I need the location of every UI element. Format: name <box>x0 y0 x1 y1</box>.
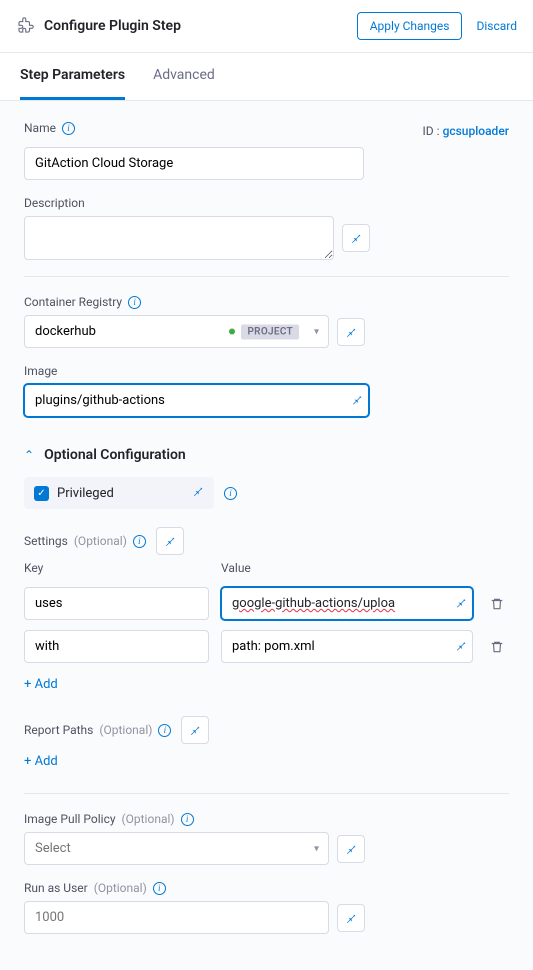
image-pull-policy-select[interactable] <box>24 832 329 865</box>
privileged-field[interactable]: ✓ Privileged <box>24 477 214 509</box>
settings-value-input[interactable]: google-github-actions/uploa <box>221 587 473 620</box>
chevron-up-icon[interactable]: ⌃ <box>24 448 34 462</box>
info-icon[interactable]: i <box>224 487 237 500</box>
delete-row-button[interactable] <box>485 597 509 611</box>
pin-icon[interactable] <box>455 596 467 611</box>
tab-step-parameters[interactable]: Step Parameters <box>20 53 125 100</box>
info-icon[interactable]: i <box>128 296 141 309</box>
name-input[interactable] <box>24 147 364 180</box>
chevron-down-icon: ▾ <box>314 326 319 337</box>
info-icon[interactable]: i <box>181 813 194 826</box>
image-input[interactable] <box>24 384 369 417</box>
plugin-icon <box>16 17 34 35</box>
privileged-checkbox[interactable]: ✓ <box>34 486 49 501</box>
pin-icon[interactable] <box>192 485 204 501</box>
optional-config-header: Optional Configuration <box>44 447 186 463</box>
delete-row-button[interactable] <box>485 640 509 654</box>
add-report-path-button[interactable]: + Add <box>24 754 58 769</box>
container-registry-label: Container Registryi <box>24 295 509 309</box>
settings-value-input[interactable] <box>221 630 473 663</box>
description-label: Description <box>24 196 509 210</box>
scope-badge: PROJECT <box>229 324 299 339</box>
pin-icon[interactable] <box>455 639 467 654</box>
info-icon[interactable]: i <box>153 882 166 895</box>
image-pull-policy-label: Image Pull Policy(Optional)i <box>24 812 509 826</box>
key-column-label: Key <box>24 561 209 575</box>
run-as-user-input[interactable] <box>24 901 329 934</box>
discard-button[interactable]: Discard <box>476 19 517 33</box>
image-label: Image <box>24 364 509 378</box>
apply-changes-button[interactable]: Apply Changes <box>357 12 463 40</box>
report-paths-label: Report Paths(Optional) i <box>24 716 509 744</box>
info-icon[interactable]: i <box>133 535 146 548</box>
pin-icon[interactable] <box>351 393 363 408</box>
name-label: Namei <box>24 121 75 135</box>
settings-key-input[interactable] <box>24 630 209 663</box>
info-icon[interactable]: i <box>62 122 75 135</box>
run-as-user-label: Run as User(Optional)i <box>24 881 509 895</box>
settings-label: Settings(Optional) i <box>24 527 509 555</box>
description-input[interactable] <box>24 216 334 260</box>
page-title: Configure Plugin Step <box>44 18 181 34</box>
pin-icon[interactable] <box>342 224 370 252</box>
pin-icon[interactable] <box>181 716 209 744</box>
pin-icon[interactable] <box>156 527 184 555</box>
pin-icon[interactable] <box>337 318 365 346</box>
pin-icon[interactable] <box>337 904 365 932</box>
tab-advanced[interactable]: Advanced <box>153 53 215 100</box>
info-icon[interactable]: i <box>158 724 171 737</box>
add-setting-button[interactable]: + Add <box>24 677 58 692</box>
id-display: ID : gcsuploader <box>423 124 509 138</box>
pin-icon[interactable] <box>337 835 365 863</box>
value-column-label: Value <box>221 561 509 575</box>
chevron-down-icon: ▾ <box>314 843 319 854</box>
settings-key-input[interactable] <box>24 587 209 620</box>
